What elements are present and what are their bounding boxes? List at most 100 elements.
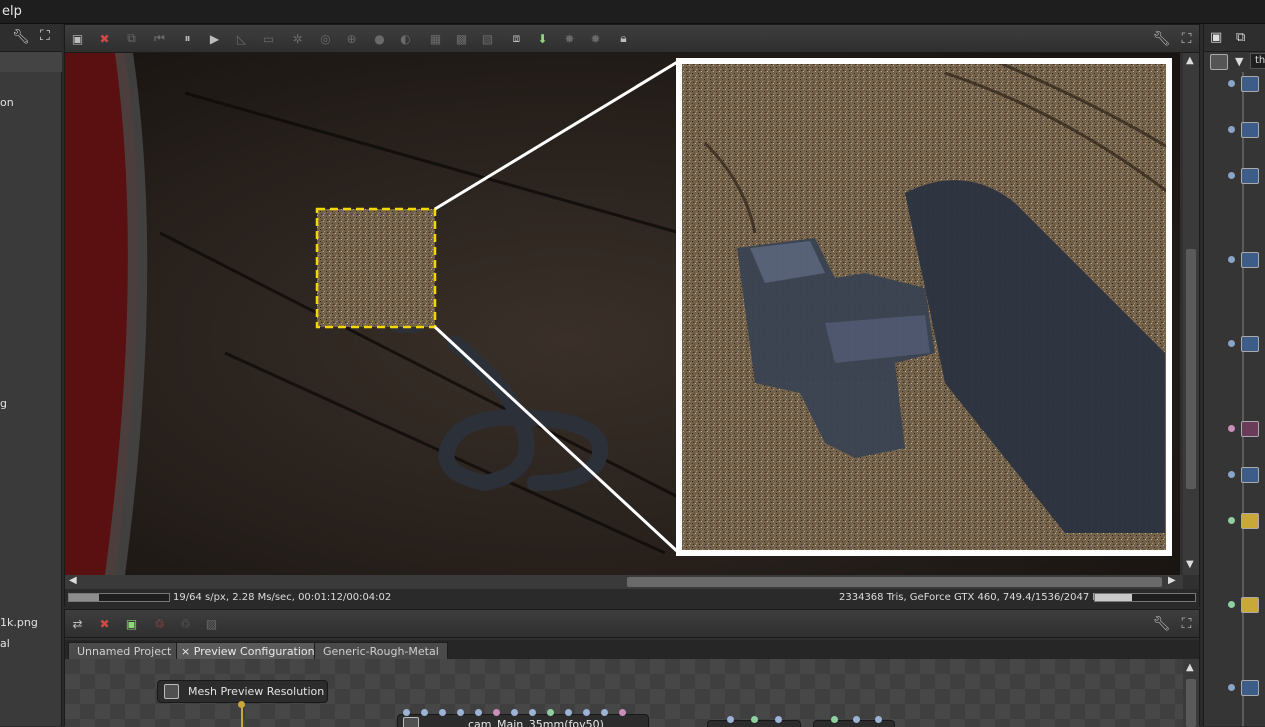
tab-unnamed-project[interactable]: Unnamed Project [68, 642, 181, 659]
input-pin[interactable] [529, 709, 536, 716]
play-icon[interactable]: ▶ [206, 30, 223, 47]
reset-render-icon[interactable]: ✖ [96, 30, 113, 47]
input-pin[interactable] [601, 709, 608, 716]
effects-alt-icon[interactable]: ✹ [587, 30, 604, 47]
pin-dot[interactable] [1228, 471, 1235, 478]
pin-dot[interactable] [1228, 601, 1235, 608]
node-type-icon[interactable] [1241, 336, 1259, 352]
monitor-icon[interactable]: ▭ [260, 30, 277, 47]
delete-node-icon[interactable]: ♲ [151, 615, 168, 632]
vertical-scroll-thumb[interactable] [1186, 249, 1196, 489]
node-type-icon[interactable] [1241, 421, 1259, 437]
image-icon[interactable]: ▣ [69, 30, 86, 47]
left-panel-item-label[interactable]: g [0, 397, 7, 410]
vertical-scrollbar[interactable]: ▲ ▼ [1183, 53, 1199, 575]
node-type-icon[interactable] [1241, 467, 1259, 483]
scroll-down-icon[interactable]: ▼ [1186, 559, 1194, 570]
menu-help-partial[interactable]: elp [2, 4, 22, 19]
node-graph-canvas[interactable]: Mesh Preview Resolution cam_Main_35mm(fo… [65, 659, 1183, 727]
pin-dot[interactable] [1228, 80, 1235, 87]
region-icon[interactable]: ▦ [427, 30, 444, 47]
input-pin[interactable] [403, 709, 410, 716]
reset-icon[interactable]: ✖ [96, 615, 113, 632]
maximize-icon[interactable]: ⛶ [40, 28, 50, 44]
camera-icon[interactable]: ▣ [1210, 30, 1222, 45]
copy-icon[interactable]: ⧉ [123, 30, 140, 47]
maximize-icon[interactable]: ⛶ [1178, 30, 1195, 47]
node-type-icon[interactable] [1241, 680, 1259, 696]
pin-dot[interactable] [1228, 684, 1235, 691]
input-pin[interactable] [475, 709, 482, 716]
maximize-icon[interactable]: ⛶ [1178, 615, 1195, 632]
input-pin[interactable] [853, 716, 860, 723]
input-pin[interactable] [831, 716, 838, 723]
node-name-field[interactable]: th [1250, 53, 1265, 69]
scroll-up-icon[interactable]: ▲ [1186, 662, 1194, 673]
pin-dot[interactable] [1228, 425, 1235, 432]
pause-icon[interactable]: ⏸ [179, 30, 196, 47]
lock-icon[interactable]: 🔒︎ [615, 30, 632, 47]
input-pin[interactable] [727, 716, 734, 723]
save-render-icon[interactable]: ⬇ [534, 30, 551, 47]
wrench-icon[interactable]: 🔧︎ [1153, 615, 1171, 632]
graph-scroll-thumb[interactable] [1186, 679, 1196, 727]
wrench-icon[interactable]: 🔧︎ [1153, 30, 1171, 47]
node-type-icon[interactable] [1241, 76, 1259, 92]
input-pin[interactable] [565, 709, 572, 716]
pin-dot[interactable] [1228, 517, 1235, 524]
node-type-icon[interactable] [1241, 513, 1259, 529]
left-panel-item-label[interactable]: 1k.png [0, 616, 38, 629]
close-icon[interactable]: × [181, 645, 190, 658]
horizontal-scroll-thumb[interactable] [627, 577, 1162, 587]
node-type-icon[interactable] [1241, 168, 1259, 184]
input-pin[interactable] [493, 709, 500, 716]
tab-preview-configuration[interactable]: × Preview Configuration [176, 642, 324, 659]
camera-thumb-icon[interactable] [1210, 54, 1228, 70]
graph-vertical-scrollbar[interactable]: ▲ [1183, 659, 1199, 727]
input-pin[interactable] [775, 716, 782, 723]
input-pin[interactable] [875, 716, 882, 723]
add-node-icon[interactable]: ▣ [123, 615, 140, 632]
input-pin[interactable] [751, 716, 758, 723]
collapse-arrow-icon[interactable]: ▼ [1235, 55, 1243, 68]
left-panel-item-label[interactable]: al [0, 637, 10, 650]
pin-dot[interactable] [1228, 172, 1235, 179]
checker-icon[interactable]: ▩ [453, 30, 470, 47]
input-pin[interactable] [511, 709, 518, 716]
pin-dot[interactable] [1228, 340, 1235, 347]
effects-icon[interactable]: ✸ [561, 30, 578, 47]
refresh-icon[interactable]: ⇄ [69, 615, 86, 632]
wrench-icon[interactable]: 🔧︎ [12, 29, 30, 45]
dof-icon[interactable]: ⊕ [343, 30, 360, 47]
input-pin[interactable] [547, 709, 554, 716]
left-panel-item-label[interactable]: on [0, 96, 14, 109]
tab-generic-rough-metal[interactable]: Generic-Rough-Metal [314, 642, 448, 659]
input-pin[interactable] [457, 709, 464, 716]
window-icon[interactable]: ⧉ [1236, 30, 1245, 45]
render-image[interactable] [65, 53, 1180, 575]
alpha-icon[interactable]: ▧ [479, 30, 496, 47]
input-pin[interactable] [439, 709, 446, 716]
pin-dot[interactable] [1228, 126, 1235, 133]
input-pin[interactable] [619, 709, 626, 716]
input-pin[interactable] [421, 709, 428, 716]
globe-icon[interactable]: ● [371, 30, 388, 47]
scroll-left-icon[interactable]: ◀ [69, 575, 77, 586]
ruler-icon[interactable]: ◺ [233, 30, 250, 47]
clipboard-icon[interactable]: ⧈ [508, 30, 525, 47]
output-pin[interactable] [238, 701, 245, 708]
pin-dot[interactable] [1228, 256, 1235, 263]
focus-icon[interactable]: ✲ [289, 30, 306, 47]
scroll-right-icon[interactable]: ▶ [1168, 575, 1176, 586]
pick-icon[interactable]: ◎ [317, 30, 334, 47]
ungroup-icon[interactable]: ▨ [203, 615, 220, 632]
globe-alt-icon[interactable]: ◐ [397, 30, 414, 47]
camera-node[interactable]: cam_Main_35mm(fov50) [397, 714, 649, 727]
scroll-up-icon[interactable]: ▲ [1186, 55, 1194, 66]
input-pin[interactable] [583, 709, 590, 716]
node-type-icon[interactable] [1241, 252, 1259, 268]
horizontal-scrollbar[interactable]: ◀ ▶ [65, 575, 1183, 589]
node-type-icon[interactable] [1241, 597, 1259, 613]
group-icon[interactable]: ♲ [177, 615, 194, 632]
restart-icon[interactable]: ⏮ [151, 30, 168, 47]
